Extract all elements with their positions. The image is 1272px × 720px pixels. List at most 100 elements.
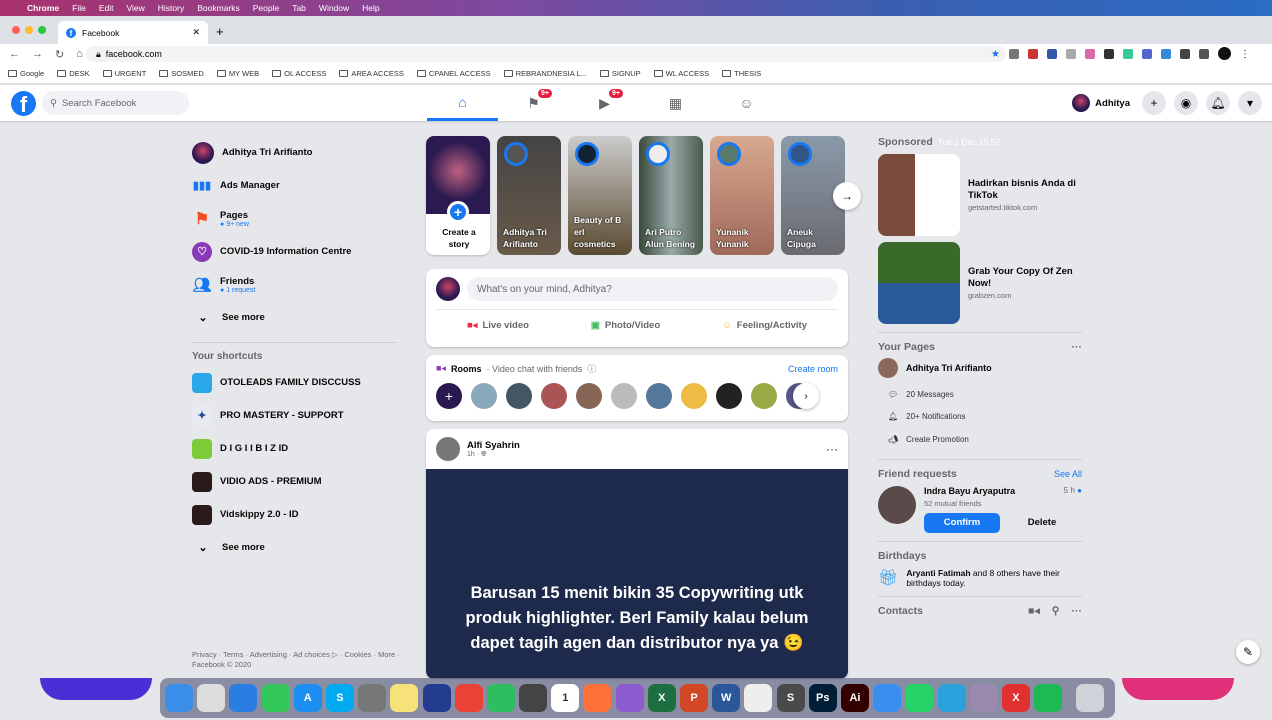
- bookmark-item[interactable]: THESIS: [722, 69, 761, 78]
- shortcut-item[interactable]: VIDIO ADS - PREMIUM: [192, 465, 397, 498]
- tab-watch[interactable]: ▶ 9+: [569, 85, 640, 121]
- create-promotion-link[interactable]: 📣︎ Create Promotion: [878, 428, 1082, 451]
- launchpad-icon[interactable]: [197, 684, 226, 712]
- shortcut-item[interactable]: ✦ PRO MASTERY - SUPPORT: [192, 399, 397, 432]
- room-friend-avatar[interactable]: [471, 383, 497, 409]
- page-link[interactable]: Adhitya Tri Arifianto: [878, 353, 1082, 383]
- menu-window[interactable]: Window: [319, 3, 349, 13]
- bookmark-item[interactable]: CPANEL ACCESS: [416, 69, 491, 78]
- bookmark-item[interactable]: Google: [8, 69, 44, 78]
- back-icon[interactable]: ←: [9, 48, 20, 61]
- menu-file[interactable]: File: [72, 3, 86, 13]
- confirm-button[interactable]: Confirm: [924, 512, 1000, 533]
- bookmark-item[interactable]: URGENT: [102, 69, 146, 78]
- extension-icon[interactable]: [1085, 48, 1095, 59]
- menu-edit[interactable]: Edit: [99, 3, 114, 13]
- menu-people[interactable]: People: [253, 3, 279, 13]
- feeling-activity-button[interactable]: ☺ Feeling/Activity: [722, 320, 807, 331]
- avatar[interactable]: [436, 437, 460, 461]
- messages-icon[interactable]: [261, 684, 290, 712]
- bookmark-item[interactable]: WL ACCESS: [653, 69, 709, 78]
- url-bar[interactable]: 🔒︎ facebook.com: [86, 46, 1006, 62]
- extension-icon[interactable]: [1104, 48, 1114, 59]
- textedit-icon[interactable]: [744, 684, 773, 712]
- video-editor-icon[interactable]: [969, 684, 998, 712]
- chrome-icon[interactable]: [454, 684, 483, 712]
- more-options-icon[interactable]: ···: [826, 442, 838, 456]
- story-card[interactable]: Yunanik Yunanik: [710, 136, 774, 255]
- sidebar-item-friends[interactable]: 👥︎ Friends ● 1 request: [192, 268, 397, 301]
- tab-gaming[interactable]: ☺: [711, 85, 782, 121]
- notifications-button[interactable]: 🔔︎: [1206, 91, 1230, 115]
- avatar[interactable]: [878, 485, 916, 524]
- thunder-icon[interactable]: [422, 684, 451, 712]
- new-room-icon[interactable]: ■◂: [1028, 605, 1040, 617]
- see-more-button[interactable]: ⌄ See more: [192, 301, 397, 334]
- live-video-button[interactable]: ■◂ Live video: [467, 320, 529, 331]
- room-friend-avatar[interactable]: [611, 383, 637, 409]
- maximize-window-button[interactable]: [38, 26, 46, 34]
- more-options-icon[interactable]: ···: [1072, 341, 1083, 353]
- room-friend-avatar[interactable]: [716, 383, 742, 409]
- sidebar-item-pages[interactable]: ⚑ Pages ● 9+ new: [192, 202, 397, 235]
- bookmark-item[interactable]: OL ACCESS: [272, 69, 326, 78]
- menu-app[interactable]: Chrome: [27, 3, 59, 13]
- safari-icon[interactable]: [229, 684, 258, 712]
- extension-icon[interactable]: [1180, 48, 1190, 59]
- account-menu-button[interactable]: ▾: [1238, 91, 1262, 115]
- extension-icon[interactable]: [1047, 48, 1057, 59]
- status-input[interactable]: What's on your mind, Adhitya?: [467, 277, 838, 301]
- profile-link[interactable]: Adhitya: [1072, 94, 1130, 112]
- calendar-icon[interactable]: 1: [551, 684, 580, 712]
- telegram-icon[interactable]: [937, 684, 966, 712]
- mail-icon[interactable]: [873, 684, 902, 712]
- forward-icon[interactable]: →: [32, 48, 43, 61]
- tab-marketplace[interactable]: ▦: [640, 85, 711, 121]
- close-window-button[interactable]: [12, 26, 20, 34]
- sponsored-ad[interactable]: Grab Your Copy Of Zen Now! grabzen.com: [878, 242, 1082, 324]
- minimize-window-button[interactable]: [25, 26, 33, 34]
- room-friend-avatar[interactable]: [506, 383, 532, 409]
- room-friend-avatar[interactable]: [681, 383, 707, 409]
- extension-icon[interactable]: [1028, 48, 1038, 59]
- close-tab-icon[interactable]: ✕: [192, 27, 200, 38]
- puzzle-icon[interactable]: [1199, 48, 1209, 59]
- whatsapp-icon[interactable]: [905, 684, 934, 712]
- calculator-icon[interactable]: [519, 684, 548, 712]
- trash-icon[interactable]: [1076, 684, 1105, 712]
- profile-avatar[interactable]: [1218, 47, 1231, 60]
- rooms-next-button[interactable]: ›: [793, 383, 819, 409]
- info-icon[interactable]: ⓘ: [587, 362, 596, 375]
- notes-icon[interactable]: [390, 684, 419, 712]
- spotify-icon[interactable]: [1034, 684, 1063, 712]
- menu-view[interactable]: View: [126, 3, 144, 13]
- extension-icon[interactable]: [1066, 48, 1076, 59]
- extension-icon[interactable]: [1142, 48, 1152, 59]
- xmind-icon[interactable]: X: [1001, 684, 1030, 712]
- bookmark-item[interactable]: AREA ACCESS: [339, 69, 404, 78]
- more-options-icon[interactable]: ···: [1072, 605, 1083, 617]
- page-notifications-link[interactable]: 🔔︎ 20+ Notifications: [878, 406, 1082, 429]
- room-friend-avatar[interactable]: [541, 383, 567, 409]
- extension-icon[interactable]: [1161, 48, 1171, 59]
- shortcut-item[interactable]: D I G I I B I Z ID: [192, 432, 397, 465]
- see-all-link[interactable]: See All: [1054, 469, 1082, 479]
- skype-icon[interactable]: S: [325, 684, 354, 712]
- menu-help[interactable]: Help: [362, 3, 379, 13]
- bookmark-item[interactable]: REBRANDNESIA L...: [503, 69, 587, 78]
- sublime-icon[interactable]: S: [776, 684, 805, 712]
- create-room-plus-icon[interactable]: +: [436, 383, 462, 409]
- quill-icon[interactable]: [615, 684, 644, 712]
- excel-icon[interactable]: X: [647, 684, 676, 712]
- extension-icon[interactable]: [1009, 48, 1019, 59]
- finder-icon[interactable]: [165, 684, 193, 712]
- room-friend-avatar[interactable]: [576, 383, 602, 409]
- menu-history[interactable]: History: [158, 3, 184, 13]
- bookmark-item[interactable]: MY WEB: [216, 69, 259, 78]
- sidebar-item-covid[interactable]: ♡ COVID-19 Information Centre: [192, 235, 397, 268]
- illustrator-icon[interactable]: Ai: [840, 684, 869, 712]
- room-friend-avatar[interactable]: [751, 383, 777, 409]
- search-icon[interactable]: ⚲: [1052, 605, 1060, 617]
- menu-bookmarks[interactable]: Bookmarks: [197, 3, 240, 13]
- stories-next-button[interactable]: →: [833, 182, 861, 210]
